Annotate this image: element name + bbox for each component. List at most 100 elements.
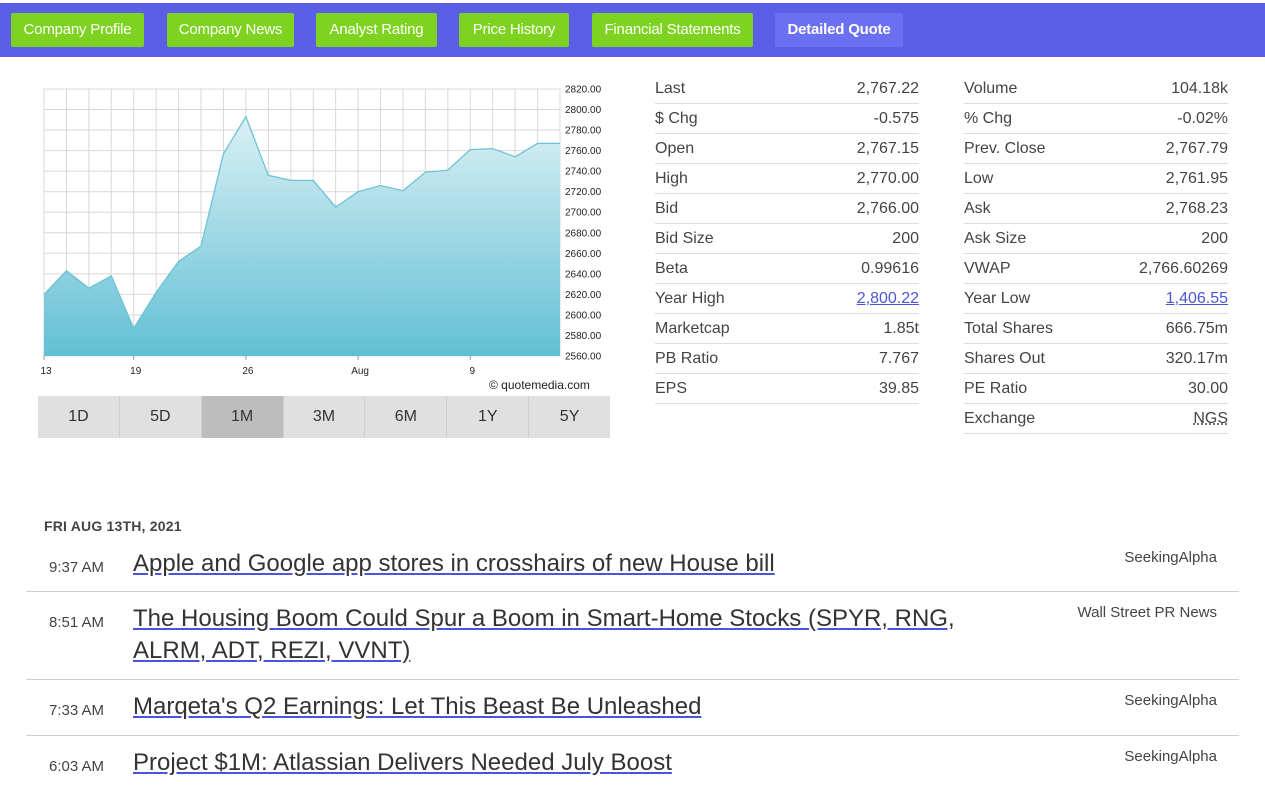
quote-row: VWAP 2,766.60269 bbox=[964, 254, 1228, 284]
news-headline-link[interactable]: The Housing Boom Could Spur a Boom in Sm… bbox=[133, 603, 1033, 667]
range-6m-button[interactable]: 6M bbox=[365, 396, 448, 438]
quote-value: 2,766.60269 bbox=[1139, 259, 1228, 277]
quote-row: Exchange NGS bbox=[964, 404, 1228, 434]
quote-row: PB Ratio 7.767 bbox=[655, 344, 919, 374]
quote-row: Total Shares 666.75m bbox=[964, 314, 1228, 344]
news-source: Wall Street PR News bbox=[1077, 604, 1217, 621]
y-tick-label: 2780.00 bbox=[565, 126, 602, 137]
tab-company-news[interactable]: Company News bbox=[167, 13, 294, 47]
quote-row: Bid Size 200 bbox=[655, 224, 919, 254]
quote-row: Year Low 1,406.55 bbox=[964, 284, 1228, 314]
y-tick-label: 2800.00 bbox=[565, 105, 602, 116]
quote-row: Marketcap 1.85t bbox=[655, 314, 919, 344]
quote-label: Year High bbox=[655, 289, 725, 307]
quote-row: Ask Size 200 bbox=[964, 224, 1228, 254]
quote-row: $ Chg -0.575 bbox=[655, 104, 919, 134]
quote-label: $ Chg bbox=[655, 109, 698, 127]
range-5y-button[interactable]: 5Y bbox=[529, 396, 611, 438]
quote-row: Beta 0.99616 bbox=[655, 254, 919, 284]
quote-label: Prev. Close bbox=[964, 139, 1046, 157]
exchange-abbr[interactable]: NGS bbox=[1193, 410, 1228, 427]
range-5d-button[interactable]: 5D bbox=[119, 396, 202, 438]
quote-value: 2,770.00 bbox=[856, 169, 919, 187]
news-source: SeekingAlpha bbox=[1124, 692, 1217, 709]
tab-detailed-quote[interactable]: Detailed Quote bbox=[775, 13, 903, 47]
quote-row: Prev. Close 2,767.79 bbox=[964, 134, 1228, 164]
quote-label: High bbox=[655, 169, 688, 187]
quote-label: Last bbox=[655, 79, 686, 97]
x-tick-label: 13 bbox=[40, 366, 52, 377]
quote-value: 2,766.00 bbox=[856, 199, 919, 217]
news-date-header: FRI AUG 13TH, 2021 bbox=[44, 518, 182, 534]
news-item: 6:03 AM Project $1M: Atlassian Delivers … bbox=[26, 736, 1239, 796]
news-headline-link[interactable]: Project $1M: Atlassian Delivers Needed J… bbox=[133, 747, 1033, 779]
price-chart-svg: 2560.00 2580.00 2600.00 2620.00 2640.00 2660.… bbox=[40, 85, 602, 393]
quote-label: Exchange bbox=[964, 409, 1036, 427]
range-1d-button[interactable]: 1D bbox=[38, 396, 120, 438]
x-tick-label: 19 bbox=[130, 366, 142, 377]
range-1y-button[interactable]: 1Y bbox=[447, 396, 530, 438]
quote-label: Shares Out bbox=[964, 349, 1045, 367]
year-high-link[interactable]: 2,800.22 bbox=[857, 290, 919, 307]
quote-table-right: Volume 104.18k % Chg -0.02% Prev. Close 2,7… bbox=[964, 74, 1228, 434]
y-tick-label: 2720.00 bbox=[565, 187, 602, 198]
quote-row: Ask 2,768.23 bbox=[964, 194, 1228, 224]
quote-label: EPS bbox=[655, 379, 688, 397]
quote-value: 39.85 bbox=[878, 379, 919, 397]
quote-row: Low 2,761.95 bbox=[964, 164, 1228, 194]
quote-value: 2,768.23 bbox=[1165, 199, 1228, 217]
news-headline-link[interactable]: Apple and Google app stores in crosshair… bbox=[133, 548, 1033, 580]
y-tick-label: 2600.00 bbox=[565, 310, 602, 321]
quote-row: EPS 39.85 bbox=[655, 374, 919, 404]
year-low-link[interactable]: 1,406.55 bbox=[1166, 290, 1228, 307]
quote-row: Bid 2,766.00 bbox=[655, 194, 919, 224]
quote-value: -0.02% bbox=[1177, 109, 1228, 127]
quote-row: Open 2,767.15 bbox=[655, 134, 919, 164]
quote-row: PE Ratio 30.00 bbox=[964, 374, 1228, 404]
y-tick-label: 2760.00 bbox=[565, 146, 602, 157]
quote-label: Marketcap bbox=[655, 319, 730, 337]
tab-company-profile[interactable]: Company Profile bbox=[11, 13, 144, 47]
x-tick-label: Aug bbox=[351, 366, 369, 377]
y-tick-label: 2820.00 bbox=[565, 85, 602, 96]
quote-label: Volume bbox=[964, 79, 1018, 97]
news-item: 9:37 AM Apple and Google app stores in c… bbox=[26, 540, 1239, 592]
tab-price-history[interactable]: Price History bbox=[459, 13, 569, 47]
quote-label: Bid bbox=[655, 199, 679, 217]
news-time: 7:33 AM bbox=[49, 702, 105, 719]
news-time: 9:37 AM bbox=[49, 559, 105, 576]
quote-row: % Chg -0.02% bbox=[964, 104, 1228, 134]
x-tick-label: 26 bbox=[242, 366, 254, 377]
news-time: 6:03 AM bbox=[49, 758, 105, 775]
y-tick-label: 2640.00 bbox=[565, 269, 602, 280]
quote-value: 30.00 bbox=[1187, 379, 1228, 397]
quote-value: 0.99616 bbox=[861, 259, 919, 277]
news-headline-link[interactable]: Marqeta's Q2 Earnings: Let This Beast Be… bbox=[133, 691, 1033, 723]
y-tick-label: 2700.00 bbox=[565, 208, 602, 219]
quote-table-left: Last 2,767.22 $ Chg -0.575 Open 2,767.15 Hi… bbox=[655, 74, 919, 404]
quote-row: Year High 2,800.22 bbox=[655, 284, 919, 314]
range-3m-button[interactable]: 3M bbox=[283, 396, 366, 438]
quote-label: % Chg bbox=[964, 109, 1013, 127]
quote-label: PB Ratio bbox=[655, 349, 719, 367]
quote-label: Open bbox=[655, 139, 695, 157]
tab-financial-statements[interactable]: Financial Statements bbox=[592, 13, 753, 47]
range-1m-button[interactable]: 1M bbox=[201, 396, 284, 438]
quote-label: Ask bbox=[964, 199, 991, 217]
quote-value: 104.18k bbox=[1171, 79, 1228, 97]
quote-label: Total Shares bbox=[964, 319, 1053, 337]
y-tick-label: 2560.00 bbox=[565, 352, 602, 363]
quote-value: 1.85t bbox=[883, 319, 919, 337]
tab-analyst-rating[interactable]: Analyst Rating bbox=[316, 13, 437, 47]
x-tick-label: 9 bbox=[469, 366, 475, 377]
news-source: SeekingAlpha bbox=[1124, 748, 1217, 765]
news-time: 8:51 AM bbox=[49, 614, 105, 631]
news-item: 7:33 AM Marqeta's Q2 Earnings: Let This … bbox=[26, 680, 1239, 736]
quote-label: PE Ratio bbox=[964, 379, 1028, 397]
quote-row: Shares Out 320.17m bbox=[964, 344, 1228, 374]
quote-value: 200 bbox=[892, 229, 919, 247]
price-chart: 2560.00 2580.00 2600.00 2620.00 2640.00 2660.… bbox=[30, 78, 615, 398]
y-tick-label: 2740.00 bbox=[565, 167, 602, 178]
y-tick-label: 2680.00 bbox=[565, 228, 602, 239]
top-nav-bar: Company Profile Company News Analyst Rat… bbox=[0, 3, 1265, 57]
